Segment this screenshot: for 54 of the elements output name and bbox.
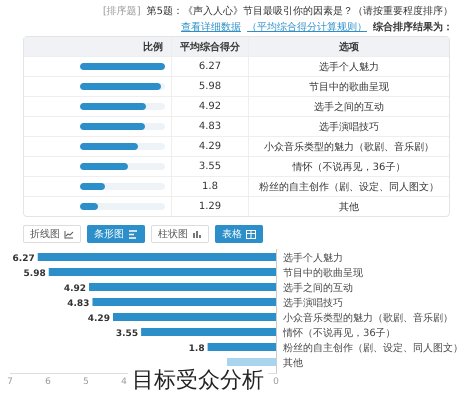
summary-label: 综合排序结果为： (373, 20, 453, 34)
chart-bar (208, 343, 276, 351)
table-cell: 4.83 (172, 117, 249, 136)
view-button[interactable]: 折线图 (23, 225, 81, 243)
value-label: 6.27 (12, 254, 35, 264)
category-label: 情怀（不说再见，36子） (283, 328, 396, 339)
view-button[interactable]: 柱状图 (151, 225, 209, 243)
axis-tick-label: 6 (45, 377, 51, 387)
question-type: [排序题] (102, 4, 141, 18)
axis-tick-label: 0 (273, 377, 279, 387)
category-label: 选手之间的互动 (283, 283, 353, 294)
value-label: 4.29 (88, 314, 110, 324)
table-cell: 4.29 (172, 137, 249, 156)
category-label: 选手演唱技巧 (283, 298, 343, 309)
value-label: 5.98 (24, 269, 46, 279)
value-label: 1.8 (188, 344, 205, 354)
view-button[interactable]: 表格 (215, 225, 263, 243)
table-cell-text: 节目中的歌曲呈现 (308, 80, 390, 94)
value-label: 3.55 (116, 329, 138, 339)
table-cell-text: 粉丝的自主创作（剧、设定、同人图文） (258, 180, 440, 194)
table-cell-text: 选手之间的互动 (313, 100, 385, 114)
axis-tick-label: 4 (121, 377, 127, 387)
category-label: 粉丝的自主创作（剧、设定、同人图文） (283, 343, 463, 354)
table-cell-text: 选手个人魅力 (318, 60, 380, 74)
bar-chart-icon (128, 230, 138, 238)
column-chart-icon (192, 230, 202, 238)
category-label: 其他 (283, 358, 303, 369)
table-cell-text: 选手演唱技巧 (318, 120, 380, 134)
table-cell: 3.55 (172, 157, 249, 176)
question-title: 第5题：《声入人心》节目最吸引你的因素是？（请按重要程度排序） (146, 4, 453, 18)
category-label: 小众音乐类型的魅力（歌剧、音乐剧） (283, 313, 453, 324)
table-icon (246, 230, 256, 238)
table-cell-text: 其他 (338, 200, 360, 214)
value-label: 4.83 (67, 299, 90, 309)
chart-bar (226, 358, 276, 366)
table-cell-text: 情怀（不说再见，36子） (291, 160, 406, 174)
table-cell: 5.98 (172, 77, 249, 96)
detail-link[interactable]: 查看详细数据 (181, 20, 241, 34)
view-button[interactable]: 条形图 (87, 225, 145, 243)
category-label: 节目中的歌曲呈现 (283, 268, 363, 279)
table-cell-text: 小众音乐类型的魅力（歌剧、音乐剧） (263, 140, 435, 154)
value-label: 4.92 (64, 284, 86, 294)
column-header: 选项 (338, 40, 360, 54)
table-cell: 4.92 (172, 97, 249, 116)
axis-tick-label: 5 (83, 377, 89, 387)
category-label: 选手个人魅力 (283, 253, 343, 264)
table-cell: 6.27 (172, 57, 249, 76)
table-cell: 1.29 (172, 197, 249, 216)
column-header: 平均综合得分 (172, 37, 249, 56)
line-chart-icon (64, 230, 74, 238)
table-cell: 1.8 (172, 177, 249, 196)
column-header: 比例 (24, 37, 172, 56)
rule-link[interactable]: （平均综合得分计算规则） (247, 20, 367, 34)
axis-tick-label: 7 (7, 377, 13, 387)
